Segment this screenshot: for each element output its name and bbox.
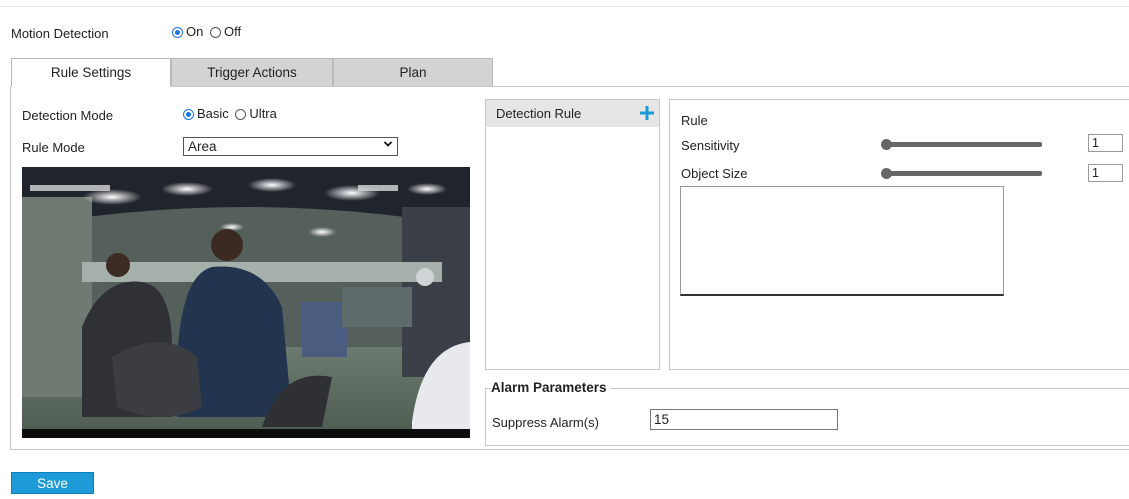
suppress-alarm-label: Suppress Alarm(s) [492, 415, 599, 430]
sensitivity-value-field[interactable]: 1 [1088, 134, 1123, 152]
detection-mode-radio-group: Basic Ultra [183, 106, 277, 121]
motion-on-option[interactable]: On [172, 24, 203, 39]
radio-off[interactable] [209, 27, 221, 38]
detection-mode-label: Detection Mode [22, 108, 114, 123]
radio-ultra[interactable] [235, 109, 247, 120]
suppress-alarm-input[interactable]: 15 [650, 409, 838, 430]
chevron-down-icon [383, 138, 393, 155]
save-button[interactable]: Save [11, 472, 94, 494]
plus-icon[interactable] [640, 106, 654, 123]
live-video-preview[interactable] [22, 167, 470, 438]
alarm-parameters-title: Alarm Parameters [491, 380, 610, 395]
object-size-slider-track[interactable] [883, 171, 1042, 176]
motion-detection-label: Motion Detection [11, 26, 109, 41]
detection-rule-title: Detection Rule [496, 106, 582, 121]
detection-ultra-option[interactable]: Ultra [235, 106, 277, 121]
tab-trigger-actions[interactable]: Trigger Actions [171, 58, 333, 87]
motion-detection-radio-group: On Off [172, 24, 241, 39]
object-size-value-field[interactable]: 1 [1088, 164, 1123, 182]
radio-basic[interactable] [183, 109, 194, 120]
object-size-slider-handle[interactable] [881, 168, 892, 179]
rule-title: Rule [681, 113, 708, 128]
detection-basic-option[interactable]: Basic [183, 106, 229, 121]
tab-plan[interactable]: Plan [333, 58, 493, 87]
sensitivity-slider-track[interactable] [883, 142, 1042, 147]
sensitivity-slider-handle[interactable] [881, 139, 892, 150]
object-size-label: Object Size [681, 166, 748, 181]
detection-rule-header: Detection Rule [485, 99, 660, 127]
sensitivity-label: Sensitivity [681, 138, 740, 153]
radio-on[interactable] [172, 27, 183, 38]
rule-mode-select[interactable]: Area [183, 137, 398, 156]
motion-off-option[interactable]: Off [209, 24, 241, 39]
rule-preview-area [680, 186, 1004, 296]
detection-rule-list [485, 99, 660, 370]
rule-mode-label: Rule Mode [22, 140, 85, 155]
top-divider [0, 6, 1129, 7]
tab-rule-settings[interactable]: Rule Settings [11, 58, 171, 87]
